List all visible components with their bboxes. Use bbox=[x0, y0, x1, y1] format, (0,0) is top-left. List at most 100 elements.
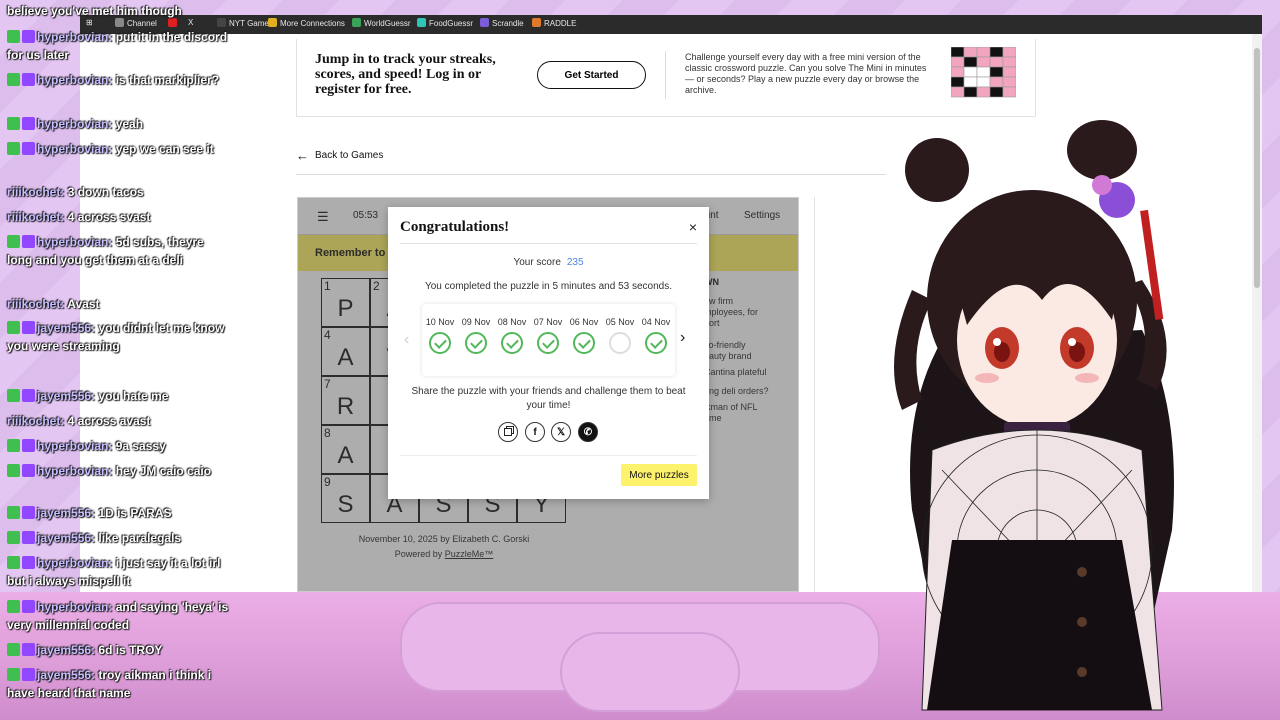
badge-icon bbox=[7, 321, 20, 334]
chat-username: hyperbovian: bbox=[37, 142, 113, 156]
chat-message: jayem556: you hate me bbox=[7, 387, 229, 405]
chevron-left-icon[interactable]: ‹ bbox=[404, 331, 409, 349]
streak-day[interactable]: 10 Nov bbox=[422, 317, 458, 354]
chat-message: riiikochet: Avast bbox=[7, 295, 229, 313]
badge-icon bbox=[22, 506, 35, 519]
chat-username: riiikochet: bbox=[7, 414, 65, 428]
promo-heading: Jump in to track your streaks, scores, a… bbox=[315, 52, 496, 97]
badge-icon bbox=[22, 464, 35, 477]
chat-message: riiikochet: 4 across svast bbox=[7, 208, 229, 226]
chat-message: riiikochet: 3 down tacos bbox=[7, 183, 229, 201]
badge-icon bbox=[22, 531, 35, 544]
whatsapp-icon[interactable]: ✆ bbox=[578, 422, 598, 442]
chat-text: 1D is PARAS bbox=[98, 506, 172, 520]
chat-username: jayem556: bbox=[37, 668, 96, 682]
completion-time-text: You completed the puzzle in 5 minutes an… bbox=[424, 281, 673, 292]
chat-text: 4 across svast bbox=[67, 210, 151, 224]
chat-username: hyperbovian: bbox=[37, 600, 113, 614]
day-date: 07 Nov bbox=[533, 317, 563, 327]
modal-title: Congratulations! bbox=[400, 219, 510, 235]
bookmark-item[interactable]: Scrandle bbox=[480, 18, 524, 28]
bookmark-label: More Connections bbox=[280, 19, 345, 28]
bookmark-item[interactable]: RADDLE bbox=[532, 18, 576, 28]
close-icon[interactable]: × bbox=[689, 220, 697, 234]
check-circle-icon bbox=[645, 332, 667, 354]
facebook-icon[interactable]: f bbox=[525, 422, 545, 442]
badge-icon bbox=[7, 643, 20, 656]
chat-message: jayem556: 6d is TROY bbox=[7, 641, 229, 659]
chat-text: 6d is TROY bbox=[98, 643, 163, 657]
streak-day[interactable]: 06 Nov bbox=[566, 317, 602, 354]
badge-icon bbox=[7, 506, 20, 519]
chat-message: hyperbovian: is that markiplier? bbox=[7, 71, 229, 89]
chat-username: jayem556: bbox=[37, 643, 96, 657]
check-circle-icon bbox=[429, 332, 451, 354]
badge-icon bbox=[7, 30, 20, 43]
divider bbox=[400, 455, 697, 456]
streak-day[interactable]: 04 Nov bbox=[638, 317, 674, 354]
chat-text: is that markiplier? bbox=[115, 73, 220, 87]
score-label: Your score bbox=[513, 257, 561, 268]
chat-message: believe you've met him though bbox=[7, 2, 229, 20]
scrollbar[interactable] bbox=[1252, 34, 1262, 592]
chat-message: jayem556: 1D is PARAS bbox=[7, 504, 229, 522]
chat-text: you hate me bbox=[98, 389, 169, 403]
chat-username: hyperbovian: bbox=[37, 439, 113, 453]
streak-day[interactable]: 05 Nov bbox=[602, 317, 638, 354]
badge-icon bbox=[22, 439, 35, 452]
arrow-left-icon: ← bbox=[296, 148, 309, 163]
chat-message: hyperbovian: yep we can see it bbox=[7, 140, 229, 158]
login-promo-card: Jump in to track your streaks, scores, a… bbox=[296, 39, 1036, 117]
back-to-games-link[interactable]: ← Back to Games bbox=[296, 148, 383, 163]
badge-icon bbox=[22, 73, 35, 86]
bookmark-icon bbox=[532, 18, 541, 27]
divider bbox=[296, 174, 886, 175]
chat-text: 9a sassy bbox=[115, 439, 166, 453]
congratulations-modal: Congratulations! × Your score 235 You com… bbox=[388, 207, 709, 499]
chat-message: hyperbovian: put it in the discord for u… bbox=[7, 28, 229, 64]
chat-username: jayem556: bbox=[37, 389, 96, 403]
chat-message: jayem556: you didnt let me know you were… bbox=[7, 319, 229, 355]
chevron-right-icon[interactable]: › bbox=[680, 329, 685, 347]
scrollbar-thumb[interactable] bbox=[1254, 48, 1260, 288]
more-puzzles-button[interactable]: More puzzles bbox=[621, 464, 697, 486]
bookmark-item[interactable]: FoodGuessr bbox=[417, 18, 473, 28]
bookmark-item[interactable]: More Connections bbox=[268, 18, 345, 28]
promo-description: Challenge yourself every day with a free… bbox=[685, 52, 927, 95]
share-text: Share the puzzle with your friends and c… bbox=[411, 386, 686, 411]
chat-username: riiikochet: bbox=[7, 185, 65, 199]
bookmark-item[interactable]: WorldGuessr bbox=[352, 18, 411, 28]
day-date: 08 Nov bbox=[497, 317, 527, 327]
score-line: Your score 235 bbox=[388, 257, 709, 268]
streak-day[interactable]: 09 Nov bbox=[458, 317, 494, 354]
badge-icon bbox=[22, 30, 35, 43]
check-circle-icon bbox=[537, 332, 559, 354]
badge-icon bbox=[7, 464, 20, 477]
chat-message: hyperbovian: and saying 'heya' is very m… bbox=[7, 598, 229, 634]
divider bbox=[814, 197, 815, 592]
bookmark-label: Scrandle bbox=[492, 19, 524, 28]
chat-username: hyperbovian: bbox=[37, 464, 113, 478]
chat-message: hyperbovian: 5d subs, theyre long and yo… bbox=[7, 233, 229, 269]
copy-icon[interactable] bbox=[498, 422, 518, 442]
chat-message: hyperbovian: i just say it a lot irl but… bbox=[7, 554, 229, 590]
bookmark-icon bbox=[268, 18, 277, 27]
x-icon[interactable]: 𝕏 bbox=[551, 422, 571, 442]
streak-day[interactable]: 08 Nov bbox=[494, 317, 530, 354]
chat-text: hey JM caio caio bbox=[115, 464, 212, 478]
chat-username: hyperbovian: bbox=[37, 117, 113, 131]
chat-text: like paralegals bbox=[98, 531, 182, 545]
badge-icon bbox=[22, 389, 35, 402]
badge-icon bbox=[22, 668, 35, 681]
badge-icon bbox=[7, 142, 20, 155]
badge-icon bbox=[7, 235, 20, 248]
chat-message: hyperbovian: hey JM caio caio bbox=[7, 462, 229, 480]
score-value: 235 bbox=[566, 257, 584, 268]
divider bbox=[400, 243, 697, 244]
chat-text: believe you've met him though bbox=[7, 4, 182, 18]
get-started-button[interactable]: Get Started bbox=[537, 61, 646, 89]
vtuber-avatar bbox=[894, 120, 1174, 711]
chat-username: jayem556: bbox=[37, 506, 96, 520]
streak-day[interactable]: 07 Nov bbox=[530, 317, 566, 354]
chat-username: jayem556: bbox=[37, 531, 96, 545]
